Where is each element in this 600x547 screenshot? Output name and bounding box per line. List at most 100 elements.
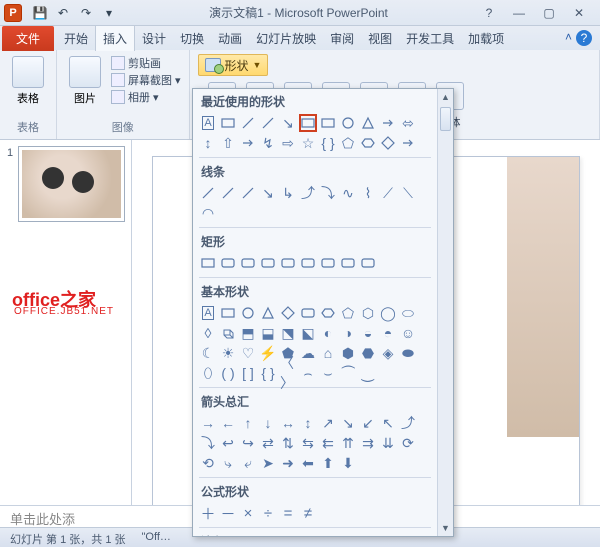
- screenshot-button[interactable]: 屏幕截图 ▾: [111, 72, 181, 88]
- minimize-button[interactable]: —: [508, 4, 530, 22]
- help-icon[interactable]: ?: [576, 30, 592, 46]
- tab-design[interactable]: 设计: [135, 26, 173, 51]
- shape-item[interactable]: ⇅: [279, 434, 297, 452]
- shape-item[interactable]: ⌇: [359, 184, 377, 202]
- shape-item[interactable]: [259, 304, 277, 322]
- shape-item[interactable]: [319, 254, 337, 272]
- close-button[interactable]: ✕: [568, 4, 590, 22]
- shape-item[interactable]: ◯: [379, 304, 397, 322]
- shape-item[interactable]: ⬡: [359, 304, 377, 322]
- shape-item[interactable]: ↑: [239, 414, 257, 432]
- shape-item[interactable]: [199, 254, 217, 272]
- shape-item[interactable]: [379, 134, 397, 152]
- shape-item[interactable]: [399, 134, 417, 152]
- shape-item[interactable]: [239, 114, 257, 132]
- shape-item[interactable]: ↪: [239, 434, 257, 452]
- shape-item[interactable]: ⬔: [279, 324, 297, 342]
- shape-item[interactable]: →: [199, 414, 217, 432]
- shape-item[interactable]: ⤴: [299, 184, 317, 202]
- shape-item[interactable]: －: [219, 504, 237, 522]
- tab-animations[interactable]: 动画: [211, 26, 249, 51]
- shape-item[interactable]: ⤵: [199, 434, 217, 452]
- shape-item[interactable]: ↩: [219, 434, 237, 452]
- shape-item[interactable]: ⬓: [259, 324, 277, 342]
- shapes-dropdown-button[interactable]: 形状 ▼: [198, 54, 269, 76]
- shape-item[interactable]: ◐: [319, 324, 337, 342]
- shape-item[interactable]: ⬕: [299, 324, 317, 342]
- shape-item[interactable]: ◑: [339, 324, 357, 342]
- shape-item[interactable]: ↙: [359, 414, 377, 432]
- tab-transitions[interactable]: 切换: [173, 26, 211, 51]
- shape-item[interactable]: ⌢: [299, 364, 317, 382]
- shape-item[interactable]: [279, 254, 297, 272]
- shape-item[interactable]: ⟋: [379, 184, 397, 202]
- shape-item[interactable]: { }: [319, 134, 337, 152]
- shape-item[interactable]: ↘: [339, 414, 357, 432]
- shape-item[interactable]: ◒: [359, 324, 377, 342]
- maximize-button[interactable]: ▢: [538, 4, 560, 22]
- clipart-button[interactable]: 剪贴画: [111, 55, 181, 71]
- shape-item[interactable]: [339, 114, 357, 132]
- shape-item[interactable]: [319, 304, 337, 322]
- shape-item[interactable]: ( ): [219, 364, 237, 382]
- tab-addins[interactable]: 加载项: [461, 26, 511, 51]
- shape-item[interactable]: [279, 304, 297, 322]
- shape-item[interactable]: A: [199, 304, 217, 322]
- shape-item[interactable]: [359, 114, 377, 132]
- shape-item[interactable]: ←: [219, 414, 237, 432]
- tab-view[interactable]: 视图: [361, 26, 399, 51]
- shape-item[interactable]: =: [279, 504, 297, 522]
- shape-item[interactable]: [239, 184, 257, 202]
- shape-item[interactable]: ⏜: [339, 364, 357, 382]
- shape-item[interactable]: ↘: [279, 114, 297, 132]
- shape-item[interactable]: [339, 254, 357, 272]
- slide-thumbnail-1[interactable]: 1: [18, 146, 125, 222]
- shape-item[interactable]: ↖: [379, 414, 397, 432]
- shape-item[interactable]: ⬭: [399, 304, 417, 322]
- qat-undo[interactable]: ↶: [53, 3, 73, 23]
- shape-item[interactable]: ÷: [259, 504, 277, 522]
- shape-item[interactable]: [259, 254, 277, 272]
- shape-item[interactable]: ⬣: [359, 344, 377, 362]
- shape-item[interactable]: ↳: [279, 184, 297, 202]
- shape-item[interactable]: ⬠: [339, 134, 357, 152]
- shape-item[interactable]: ◈: [379, 344, 397, 362]
- shape-item[interactable]: [219, 324, 237, 342]
- shape-item[interactable]: ∿: [339, 184, 357, 202]
- ribbon-minimize-icon[interactable]: ˄: [565, 30, 572, 46]
- shape-item[interactable]: ⬒: [239, 324, 257, 342]
- shape-item[interactable]: ⚡: [259, 344, 277, 362]
- shape-item[interactable]: [199, 184, 217, 202]
- shape-item[interactable]: 〈 〉: [279, 364, 297, 382]
- shape-item[interactable]: [359, 254, 377, 272]
- shape-item[interactable]: [259, 114, 277, 132]
- tab-file[interactable]: 文件: [2, 26, 54, 51]
- shape-item[interactable]: ⏝: [359, 364, 377, 382]
- shape-item[interactable]: ↯: [259, 134, 277, 152]
- shape-item[interactable]: ≠: [299, 504, 317, 522]
- shape-item[interactable]: ⟳: [399, 434, 417, 452]
- shape-item[interactable]: ⇈: [339, 434, 357, 452]
- tab-insert[interactable]: 插入: [95, 25, 135, 51]
- shape-item[interactable]: ⇆: [299, 434, 317, 452]
- shape-item[interactable]: ☺: [399, 324, 417, 342]
- shape-item[interactable]: ⇉: [359, 434, 377, 452]
- tab-developer[interactable]: 开发工具: [399, 26, 461, 51]
- shape-item[interactable]: ⇇: [319, 434, 337, 452]
- shape-item[interactable]: ⤷: [219, 454, 237, 472]
- shape-item[interactable]: ＋: [199, 504, 217, 522]
- shape-item[interactable]: ↔: [279, 414, 297, 432]
- shape-item[interactable]: [239, 254, 257, 272]
- shape-item[interactable]: ⬯: [199, 364, 217, 382]
- shape-item[interactable]: ☀: [219, 344, 237, 362]
- scroll-down-icon[interactable]: ▼: [438, 520, 453, 536]
- shape-item[interactable]: ⌂: [319, 344, 337, 362]
- shape-item[interactable]: [319, 114, 337, 132]
- shape-item[interactable]: [379, 114, 397, 132]
- scroll-thumb[interactable]: [440, 107, 451, 131]
- shape-item[interactable]: [359, 134, 377, 152]
- shape-item[interactable]: ☁: [299, 344, 317, 362]
- shape-item[interactable]: ☆: [299, 134, 317, 152]
- shape-item[interactable]: ↗: [319, 414, 337, 432]
- ribbon-help-icon[interactable]: ?: [478, 4, 500, 22]
